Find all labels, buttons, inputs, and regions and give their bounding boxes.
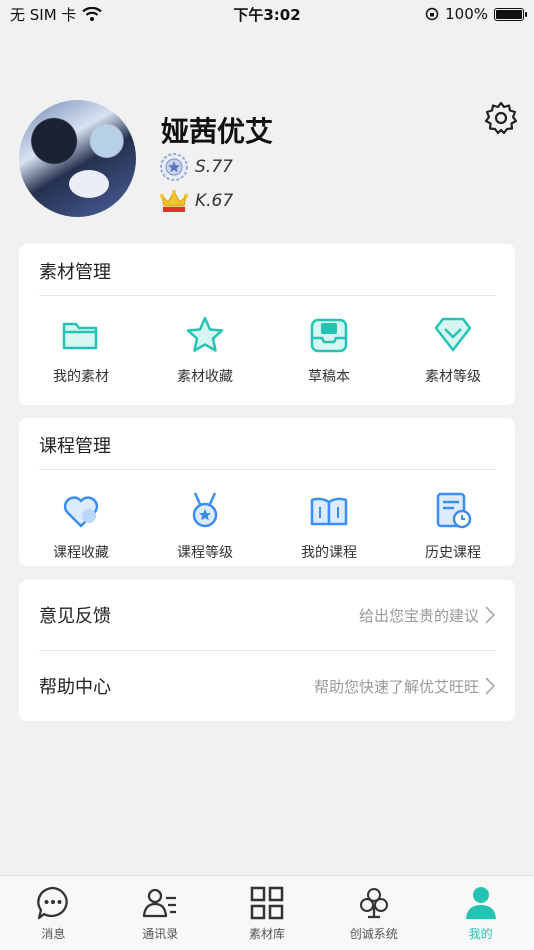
links-card: 意见反馈 给出您宝贵的建议 帮助中心 帮助您快速了解优艾旺旺 [19, 580, 515, 721]
battery-percent: 100% [445, 5, 488, 23]
status-left: 无 SIM 卡 [10, 4, 103, 25]
crown-icon [160, 190, 188, 212]
contacts-icon [143, 888, 177, 918]
grid-icon [250, 886, 284, 920]
course-item-level[interactable]: 课程等级 [143, 490, 267, 562]
book-icon [310, 497, 348, 526]
tab-label: 消息 [41, 927, 66, 941]
divider [39, 469, 495, 470]
help-hint: 帮助您快速了解优艾旺旺 [314, 676, 495, 697]
status-bar: 无 SIM 卡 下午3:02 100% [0, 0, 534, 28]
chevron-right-icon [485, 606, 495, 624]
folder-icon [62, 322, 98, 350]
tab-label: 通讯录 [142, 927, 179, 941]
help-title: 帮助中心 [39, 677, 111, 698]
material-item-label: 我的素材 [53, 369, 109, 385]
s-rank-row: S.77 [159, 152, 233, 182]
material-item-label: 草稿本 [308, 369, 350, 385]
material-item-drafts[interactable]: 草稿本 [267, 314, 391, 386]
bottom-tab-bar: 消息 通讯录 素材库 创诚系统 我的 [0, 875, 534, 950]
material-item-my[interactable]: 我的素材 [19, 314, 143, 386]
tab-label: 创诚系统 [349, 927, 398, 941]
course-item-label: 课程等级 [177, 545, 233, 561]
material-item-favorites[interactable]: 素材收藏 [143, 314, 267, 386]
k-rank-value: K.67 [195, 191, 234, 211]
tab-chuangcheng-system[interactable]: 创诚系统 [320, 876, 427, 950]
material-item-level[interactable]: 素材等级 [391, 314, 515, 386]
star-badge-icon [160, 153, 188, 181]
divider [39, 295, 495, 296]
tab-label: 素材库 [248, 927, 285, 941]
s-rank-value: S.77 [195, 157, 233, 177]
feedback-row[interactable]: 意见反馈 给出您宝贵的建议 [19, 580, 515, 650]
medal-icon [192, 492, 218, 528]
course-card-title: 课程管理 [39, 436, 111, 457]
tab-contacts[interactable]: 通讯录 [107, 876, 214, 950]
material-grid: 我的素材 素材收藏 草稿本 素材等级 [19, 314, 515, 386]
history-icon [436, 492, 472, 529]
star-icon [186, 316, 224, 352]
feedback-hint-text: 给出您宝贵的建议 [358, 606, 479, 625]
chevron-right-icon [485, 677, 495, 695]
tab-label: 我的 [468, 927, 493, 941]
avatar[interactable] [19, 100, 136, 217]
battery-icon [494, 7, 527, 21]
carrier-label: 无 SIM 卡 [10, 5, 77, 24]
orientation-lock-icon [425, 7, 439, 21]
help-hint-text: 帮助您快速了解优艾旺旺 [313, 677, 479, 696]
course-item-label: 课程收藏 [53, 545, 109, 561]
course-item-label: 我的课程 [301, 545, 357, 561]
course-item-favorites[interactable]: 课程收藏 [19, 490, 143, 562]
status-right: 100% [425, 5, 527, 23]
material-card: 素材管理 我的素材 素材收藏 草稿本 素材等级 [19, 244, 515, 405]
course-card: 课程管理 课程收藏 课程等级 我的课程 历史课程 [19, 418, 515, 566]
tab-material-library[interactable]: 素材库 [214, 876, 321, 950]
settings-gear-icon[interactable] [483, 100, 519, 136]
course-item-label: 历史课程 [425, 545, 481, 561]
material-item-label: 素材收藏 [177, 369, 233, 385]
course-grid: 课程收藏 课程等级 我的课程 历史课程 [19, 490, 515, 562]
user-name: 娅茜优艾 [161, 115, 274, 148]
heart-icon [63, 496, 99, 528]
tab-mine[interactable]: 我的 [427, 876, 534, 950]
k-rank-row: K.67 [159, 188, 233, 214]
help-row[interactable]: 帮助中心 帮助您快速了解优艾旺旺 [19, 651, 515, 721]
clover-icon [359, 888, 388, 919]
draft-box-icon [310, 318, 348, 353]
course-item-history[interactable]: 历史课程 [391, 490, 515, 562]
wifi-icon [82, 7, 103, 21]
course-item-mine[interactable]: 我的课程 [267, 490, 391, 562]
diamond-icon [434, 317, 472, 352]
profile-header: 娅茜优艾 S.77 K.67 [19, 100, 519, 220]
feedback-title: 意见反馈 [39, 606, 111, 627]
chat-bubble-icon [37, 886, 69, 920]
tab-messages[interactable]: 消息 [0, 876, 107, 950]
material-item-label: 素材等级 [425, 369, 481, 385]
feedback-hint: 给出您宝贵的建议 [359, 605, 495, 626]
material-card-title: 素材管理 [39, 262, 111, 283]
user-icon [465, 887, 496, 919]
